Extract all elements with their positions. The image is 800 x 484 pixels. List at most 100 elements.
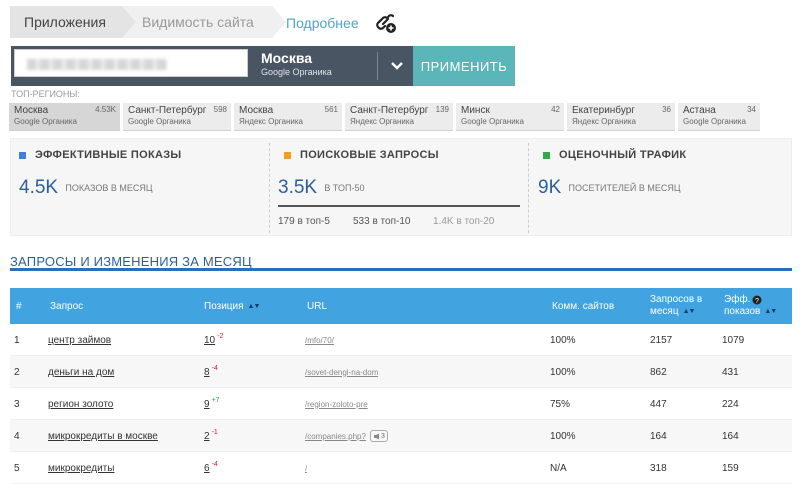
row-num: 2 xyxy=(14,366,20,378)
sort-icon[interactable]: ▲▼ xyxy=(248,303,261,310)
region-dropdown-button[interactable] xyxy=(379,46,415,86)
top-regions-list: Москва Google Органика 4.53K Санкт-Петер… xyxy=(9,103,760,131)
blue-square-icon xyxy=(19,151,26,159)
add-link-icon[interactable] xyxy=(374,11,398,35)
breadcrumb-apps[interactable]: Приложения xyxy=(10,6,136,38)
row-num: 3 xyxy=(14,398,20,410)
table-row: 1 центр займов 10 -2 /mfo/70/ 100% 2157 1… xyxy=(10,324,792,356)
region-chip-name: Екатеринбург xyxy=(572,105,635,116)
col-comm-sites[interactable]: Комм. сайтов xyxy=(552,288,614,324)
queries-progress-bar xyxy=(278,205,520,207)
metric-impressions-unit: ПОКАЗОВ В МЕСЯЦ xyxy=(65,182,153,193)
col-eff-label-2: показов xyxy=(724,306,761,317)
col-requests-label-2: месяц xyxy=(650,306,679,317)
ad-badge: 3 xyxy=(369,430,388,442)
url-link[interactable]: /region-zoloto-pre xyxy=(305,400,368,409)
sort-icon[interactable]: ▲▼ xyxy=(764,306,777,318)
top5-count: 179 в топ-5 xyxy=(278,216,330,227)
metric-traffic-title-text: ОЦЕНОЧНЫЙ ТРАФИК xyxy=(559,149,687,161)
region-chip-count: 36 xyxy=(662,105,671,114)
region-chip[interactable]: Санкт-Петербург Яндекс Органика 139 xyxy=(345,103,453,131)
region-chip[interactable]: Екатеринбург Яндекс Органика 36 xyxy=(567,103,675,131)
region-chip-count: 42 xyxy=(551,105,560,114)
metric-traffic: ОЦЕНОЧНЫЙ ТРАФИК 9K ПОСЕТИТЕЛЕЙ В МЕСЯЦ xyxy=(529,139,791,237)
region-chip-name: Москва xyxy=(239,105,274,116)
region-selector[interactable]: Москва Google Органика xyxy=(261,50,332,77)
region-chip-source: Яндекс Органика xyxy=(239,117,303,126)
comm-sites-value: 75% xyxy=(550,398,571,410)
col-position[interactable]: Позиция ▲▼ xyxy=(204,288,261,324)
position-value[interactable]: 10 xyxy=(204,335,215,346)
search-bar: Москва Google Органика ПРИМЕНИТЬ xyxy=(11,46,515,86)
region-chip[interactable]: Астана Google Органика 34 xyxy=(678,103,760,131)
url-link[interactable]: /mfo/70/ xyxy=(305,336,334,345)
query-link[interactable]: деньги на дом xyxy=(48,367,114,378)
top10-count: 533 в топ-10 xyxy=(353,216,411,227)
query-link[interactable]: центр займов xyxy=(48,335,111,346)
query-link[interactable]: регион золото xyxy=(48,399,113,410)
col-eff-label-1: Эфф. xyxy=(724,294,751,305)
table-row: 5 микрокредиты 6 -4 / N/A 318 159 xyxy=(10,452,792,484)
chevron-down-icon xyxy=(391,62,403,70)
row-num: 4 xyxy=(14,430,20,442)
region-chip[interactable]: Москва Яндекс Органика 561 xyxy=(234,103,342,131)
region-chip-name: Минск xyxy=(461,105,490,116)
col-requests-label-1: Запросов в xyxy=(650,294,703,305)
url-link[interactable]: /companies.php? xyxy=(305,432,366,441)
requests-value: 447 xyxy=(650,398,667,410)
col-requests[interactable]: Запросов в месяц ▲▼ xyxy=(650,288,702,324)
metric-impressions: ЭФФЕКТИВНЫЕ ПОКАЗЫ 4.5K ПОКАЗОВ В МЕСЯЦ xyxy=(11,139,269,237)
section-title: ЗАПРОСЫ И ИЗМЕНЕНИЯ ЗА МЕСЯЦ xyxy=(10,254,252,269)
eff-impressions-value: 1079 xyxy=(722,334,745,346)
region-chip-source: Google Органика xyxy=(683,117,746,126)
green-square-icon xyxy=(543,151,550,159)
col-num: # xyxy=(16,300,22,312)
row-num: 5 xyxy=(14,462,20,474)
section-underline xyxy=(10,268,792,271)
metric-impressions-number: 4.5K xyxy=(19,177,59,198)
eff-impressions-value: 224 xyxy=(722,398,739,410)
region-chip[interactable]: Санкт-Петербург Google Органика 598 xyxy=(123,103,231,131)
col-query[interactable]: Запрос xyxy=(50,288,83,324)
metric-queries-number: 3.5K xyxy=(278,177,318,198)
breadcrumb-site-visibility[interactable]: Видимость сайта xyxy=(122,6,286,38)
sort-icon[interactable]: ▲▼ xyxy=(683,306,696,318)
region-chip-source: Google Органика xyxy=(461,117,524,126)
region-chip[interactable]: Минск Google Органика 42 xyxy=(456,103,564,131)
position-value[interactable]: 9 xyxy=(204,399,210,410)
region-chip-name: Астана xyxy=(683,105,716,116)
region-name: Москва xyxy=(261,50,313,66)
metric-queries-title-text: ПОИСКОВЫЕ ЗАПРОСЫ xyxy=(300,149,439,161)
metric-traffic-title: ОЦЕНОЧНЫЙ ТРАФИК xyxy=(543,149,686,161)
eff-impressions-value: 164 xyxy=(722,430,739,442)
region-chip-name: Санкт-Петербург xyxy=(128,105,207,116)
col-eff-impressions[interactable]: Эфф. ? показов ▲▼ xyxy=(724,288,777,324)
url-link[interactable]: / xyxy=(305,464,307,473)
region-chip-source: Яндекс Органика xyxy=(572,117,636,126)
metric-queries-value: 3.5K В ТОП-50 xyxy=(278,177,364,199)
url-link[interactable]: /sovet-dengi-na-dom xyxy=(305,368,378,377)
more-details-link[interactable]: Подробнее xyxy=(286,15,359,31)
comm-sites-value: 100% xyxy=(550,366,576,378)
queries-table: 1 центр займов 10 -2 /mfo/70/ 100% 2157 1… xyxy=(10,324,792,484)
region-chip[interactable]: Москва Google Органика 4.53K xyxy=(9,103,120,131)
position-value[interactable]: 6 xyxy=(204,463,210,474)
position-value[interactable]: 2 xyxy=(204,431,210,442)
metric-queries-unit: В ТОП-50 xyxy=(324,182,365,193)
metric-traffic-value: 9K ПОСЕТИТЕЛЕЙ В МЕСЯЦ xyxy=(538,177,681,199)
metric-queries: ПОИСКОВЫЕ ЗАПРОСЫ 3.5K В ТОП-50 179 в то… xyxy=(270,139,528,237)
dropdown-divider xyxy=(377,52,378,80)
ad-badge-count: 3 xyxy=(380,432,385,440)
row-num: 1 xyxy=(14,334,20,346)
table-row: 4 микрокредиты в москве 2 -1 /companies.p… xyxy=(10,420,792,452)
requests-value: 2157 xyxy=(650,334,673,346)
apply-button[interactable]: ПРИМЕНИТЬ xyxy=(413,46,515,86)
help-icon[interactable]: ? xyxy=(752,295,762,305)
region-chip-count: 139 xyxy=(435,105,449,114)
metrics-panel: ЭФФЕКТИВНЫЕ ПОКАЗЫ 4.5K ПОКАЗОВ В МЕСЯЦ … xyxy=(10,138,792,236)
domain-input[interactable] xyxy=(14,49,248,77)
query-link[interactable]: микрокредиты xyxy=(48,463,114,474)
position-value[interactable]: 8 xyxy=(204,367,210,378)
breadcrumb-site-visibility-label: Видимость сайта xyxy=(142,14,254,30)
query-link[interactable]: микрокредиты в москве xyxy=(48,431,158,442)
